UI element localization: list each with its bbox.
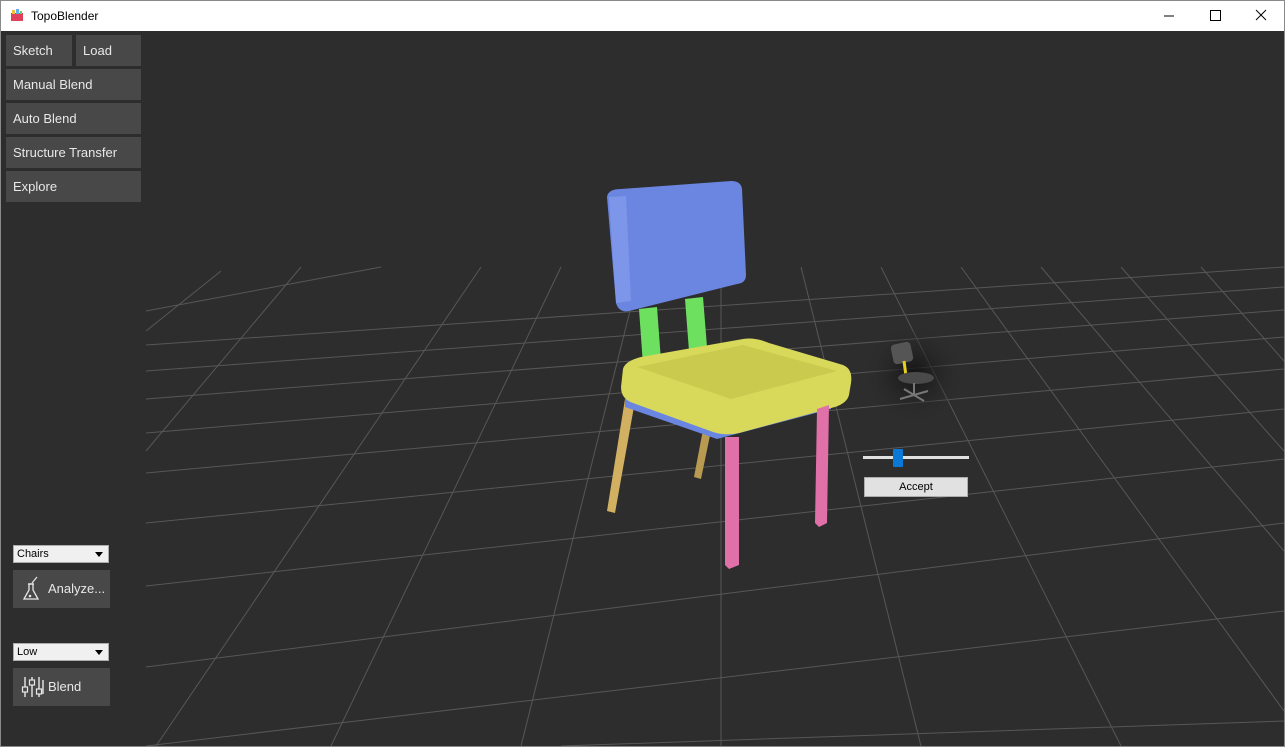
load-button[interactable]: Load bbox=[76, 35, 141, 66]
chair-model[interactable] bbox=[607, 181, 852, 569]
analyze-button-label: Analyze... bbox=[48, 581, 106, 596]
maximize-icon bbox=[1210, 10, 1221, 21]
blend-button-label: Blend bbox=[48, 679, 82, 694]
analyze-button[interactable]: Analyze... bbox=[13, 570, 110, 608]
blend-button[interactable]: Blend bbox=[13, 668, 110, 706]
accept-button[interactable]: Accept bbox=[864, 477, 968, 497]
category-select[interactable]: Chairs bbox=[13, 545, 109, 563]
structure-transfer-button[interactable]: Structure Transfer bbox=[6, 137, 141, 168]
ground-grid bbox=[145, 266, 1284, 746]
sketch-button[interactable]: Sketch bbox=[6, 35, 72, 66]
blend-slider-thumb[interactable] bbox=[893, 449, 903, 467]
close-icon bbox=[1255, 9, 1267, 21]
close-button[interactable] bbox=[1238, 1, 1284, 31]
flask-icon bbox=[22, 576, 40, 600]
chevron-down-icon bbox=[95, 552, 103, 557]
3d-viewport[interactable] bbox=[1, 31, 1284, 746]
sliders-icon bbox=[21, 677, 44, 697]
title-bar[interactable]: TopoBlender bbox=[1, 1, 1284, 31]
maximize-button[interactable] bbox=[1192, 1, 1238, 31]
app-window: TopoBlender Sketch Load Manual Blend Aut… bbox=[0, 0, 1285, 747]
back-support-right bbox=[685, 297, 707, 351]
front-leg-right bbox=[815, 405, 829, 527]
auto-blend-button[interactable]: Auto Blend bbox=[6, 103, 141, 134]
explore-button[interactable]: Explore bbox=[6, 171, 141, 202]
window-title: TopoBlender bbox=[31, 9, 99, 23]
minimize-icon bbox=[1164, 15, 1174, 17]
blend-target-thumbnail[interactable] bbox=[862, 322, 966, 426]
manual-blend-button[interactable]: Manual Blend bbox=[6, 69, 141, 100]
main-area: Sketch Load Manual Blend Auto Blend Stru… bbox=[1, 31, 1284, 746]
app-icon bbox=[11, 9, 23, 21]
chevron-down-icon bbox=[95, 650, 103, 655]
blend-slider-track[interactable] bbox=[863, 456, 969, 459]
minimize-button[interactable] bbox=[1146, 1, 1192, 31]
quality-select-value: Low bbox=[17, 646, 38, 658]
quality-select[interactable]: Low bbox=[13, 643, 109, 661]
category-select-value: Chairs bbox=[17, 548, 49, 560]
front-leg-left bbox=[725, 437, 739, 569]
back-leg-left bbox=[607, 399, 635, 513]
